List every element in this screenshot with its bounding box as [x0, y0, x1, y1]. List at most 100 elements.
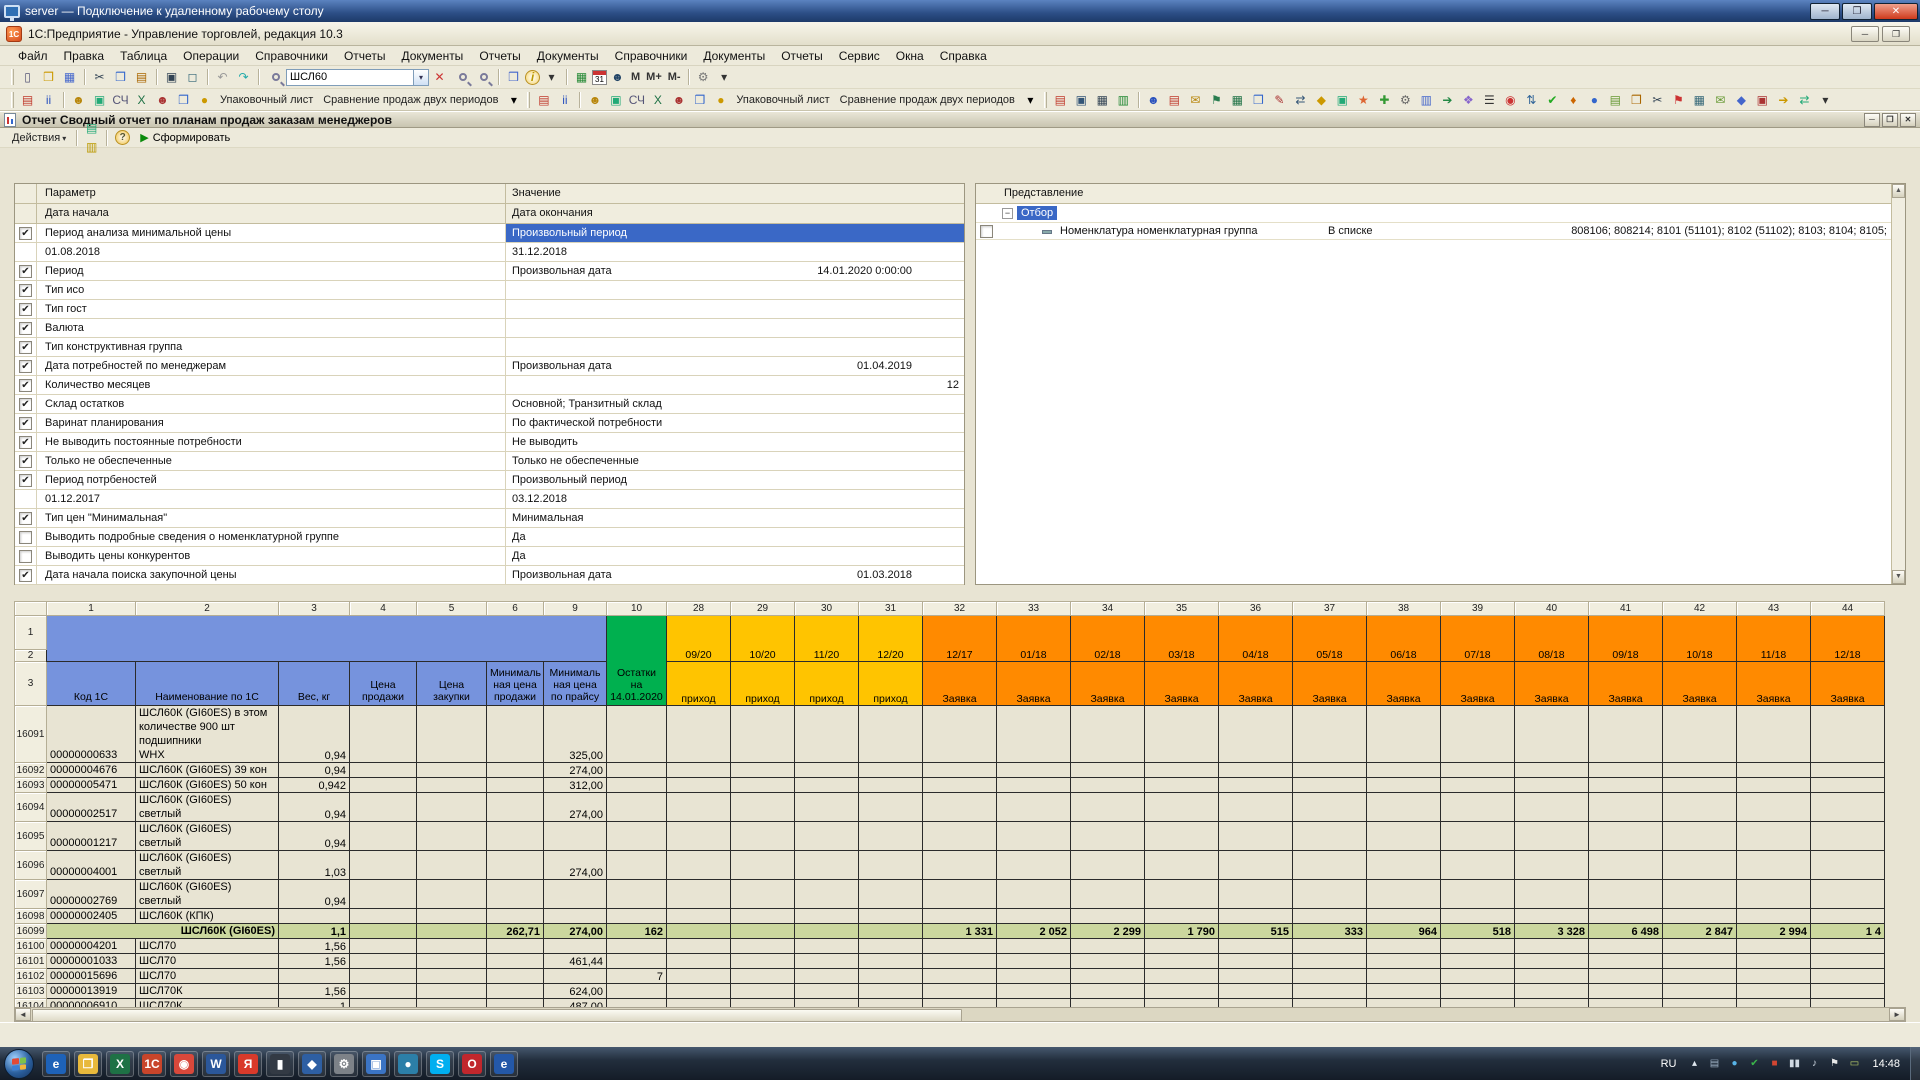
zayavka-cell[interactable] [1589, 984, 1663, 999]
purchase-price-cell[interactable] [417, 822, 487, 851]
row-number-header[interactable]: 16096 [15, 851, 47, 880]
name-cell[interactable]: ШСЛ70К [136, 999, 279, 1008]
app-dark-button[interactable]: ▮ [266, 1051, 294, 1077]
parameter-row[interactable]: ✔Дата начала поиска закупочной ценыПроиз… [15, 566, 964, 585]
parameter-checkbox[interactable]: ✔ [19, 303, 32, 316]
sale-price-cell[interactable] [350, 793, 417, 822]
purchase-price-cell[interactable] [417, 939, 487, 954]
zayavka-cell[interactable] [923, 880, 997, 909]
prihod-cell[interactable] [731, 924, 795, 939]
parameter-value[interactable]: Минимальная [506, 509, 964, 527]
prihod-cell[interactable] [667, 778, 731, 793]
parameter-row[interactable]: ✔Количество месяцев12 [15, 376, 964, 395]
user-permissions-icon[interactable]: ☻ [608, 68, 627, 87]
toolbar-text-button-1[interactable]: Упаковочный лист [215, 92, 318, 108]
parameter-value[interactable]: Произвольная дата14.01.2020 0:00:00 [506, 262, 964, 280]
prihod-label-cell[interactable]: приход [859, 662, 923, 706]
name-cell[interactable]: ШСЛ60К (GI60ES) 39 кон [136, 763, 279, 778]
min-list-price-cell[interactable]: 624,00 [544, 984, 607, 999]
zayavka-cell[interactable] [923, 822, 997, 851]
zayavka-label-cell[interactable]: Заявка [1515, 662, 1589, 706]
copy-icon[interactable]: ❒ [111, 68, 130, 87]
prihod-cell[interactable] [795, 706, 859, 763]
zayavka-cell[interactable] [1071, 999, 1145, 1008]
parameter-row[interactable]: ✔Валюта [15, 319, 964, 338]
duplicate-icon[interactable]: ❒ [504, 68, 523, 87]
open-folder-icon[interactable]: ❒ [39, 68, 58, 87]
parameter-name[interactable]: 01.12.2017 [37, 490, 506, 508]
zayavka-cell[interactable] [1737, 880, 1811, 909]
zayavka-label-cell[interactable]: Заявка [1071, 662, 1145, 706]
zayavka-cell[interactable] [1367, 851, 1441, 880]
load-settings-icon[interactable]: ▥ [82, 138, 101, 157]
menu-item-9[interactable]: Документы [529, 47, 607, 65]
zayavka-cell[interactable] [1293, 851, 1367, 880]
stock-cell[interactable] [607, 778, 667, 793]
zayavka-month-cell[interactable]: 03/18 [1145, 616, 1219, 662]
parameter-name[interactable]: Варинат планирования [37, 414, 506, 432]
zayavka-cell[interactable] [997, 999, 1071, 1008]
zayavka-cell[interactable] [1663, 969, 1737, 984]
prihod-cell[interactable] [795, 793, 859, 822]
zayavka-cell[interactable] [1663, 822, 1737, 851]
zayavka-cell[interactable] [1663, 706, 1737, 763]
toolbar-icon[interactable]: ⚑ [1669, 90, 1688, 109]
row-number-header[interactable]: 16095 [15, 822, 47, 851]
zayavka-cell[interactable] [1219, 880, 1293, 909]
zayavka-cell[interactable] [1515, 984, 1589, 999]
parameter-checkbox[interactable]: ✔ [19, 417, 32, 430]
prihod-cell[interactable] [731, 969, 795, 984]
zayavka-cell[interactable] [1811, 909, 1885, 924]
toolbar-icon[interactable]: ⇅ [1522, 90, 1541, 109]
zayavka-cell[interactable] [1071, 969, 1145, 984]
network-icon[interactable]: ▮▮ [1786, 1056, 1802, 1072]
parameter-name[interactable]: Тип исо [37, 281, 506, 299]
zayavka-cell[interactable] [1441, 984, 1515, 999]
zayavka-cell[interactable] [1219, 706, 1293, 763]
zayavka-label-cell[interactable]: Заявка [1441, 662, 1515, 706]
show-desktop-button[interactable] [1910, 1047, 1920, 1080]
purchase-price-cell[interactable] [417, 763, 487, 778]
journal-icon[interactable]: ▤ [18, 90, 37, 109]
menu-item-3[interactable]: Таблица [112, 47, 175, 65]
zayavka-cell[interactable] [997, 822, 1071, 851]
zayavka-cell[interactable] [1071, 778, 1145, 793]
zayavka-cell[interactable] [1811, 822, 1885, 851]
sheet-column-header[interactable]: Вес, кг [279, 662, 350, 706]
zayavka-cell[interactable] [923, 984, 997, 999]
rdp-maximize-button[interactable]: ❐ [1842, 3, 1872, 20]
zayavka-cell[interactable] [923, 954, 997, 969]
yandex-browser-button[interactable]: Я [234, 1051, 262, 1077]
zayavka-cell[interactable] [1145, 851, 1219, 880]
zayavka-cell[interactable] [1293, 778, 1367, 793]
toolbar-icon[interactable]: ▤ [1606, 90, 1625, 109]
zayavka-cell[interactable] [1071, 822, 1145, 851]
menu-item-5[interactable]: Справочники [247, 47, 336, 65]
zayavka-cell[interactable] [1589, 793, 1663, 822]
zayavka-cell[interactable] [1737, 822, 1811, 851]
zayavka-cell[interactable] [1589, 851, 1663, 880]
zayavka-cell[interactable] [1515, 969, 1589, 984]
zayavka-label-cell[interactable]: Заявка [1367, 662, 1441, 706]
parameter-row[interactable]: ✔Тип гост [15, 300, 964, 319]
zayavka-cell[interactable] [1219, 822, 1293, 851]
prihod-cell[interactable] [859, 954, 923, 969]
toolbar-icon[interactable]: ▦ [1228, 90, 1247, 109]
zayavka-cell[interactable] [1293, 999, 1367, 1008]
zayavka-cell[interactable] [1071, 706, 1145, 763]
stock-cell[interactable] [607, 822, 667, 851]
prihod-cell[interactable] [731, 793, 795, 822]
toolbar-icon[interactable]: ▦ [1690, 90, 1709, 109]
column-number-header[interactable]: 33 [997, 602, 1071, 616]
parameter-row[interactable]: ✔Тип конструктивная группа [15, 338, 964, 357]
parameter-value[interactable]: Не выводить [506, 433, 964, 451]
toolbar-icon[interactable]: ◆ [1732, 90, 1751, 109]
stock-cell[interactable] [607, 954, 667, 969]
zayavka-cell[interactable]: 2 052 [997, 924, 1071, 939]
min-list-price-cell[interactable] [544, 822, 607, 851]
journal-icon[interactable]: ▤ [1051, 90, 1070, 109]
prihod-cell[interactable] [859, 778, 923, 793]
show-hidden-icons[interactable]: ▴ [1686, 1056, 1702, 1072]
toolbar-icon[interactable]: ▥ [1417, 90, 1436, 109]
parameter-name[interactable]: Количество месяцев [37, 376, 506, 394]
